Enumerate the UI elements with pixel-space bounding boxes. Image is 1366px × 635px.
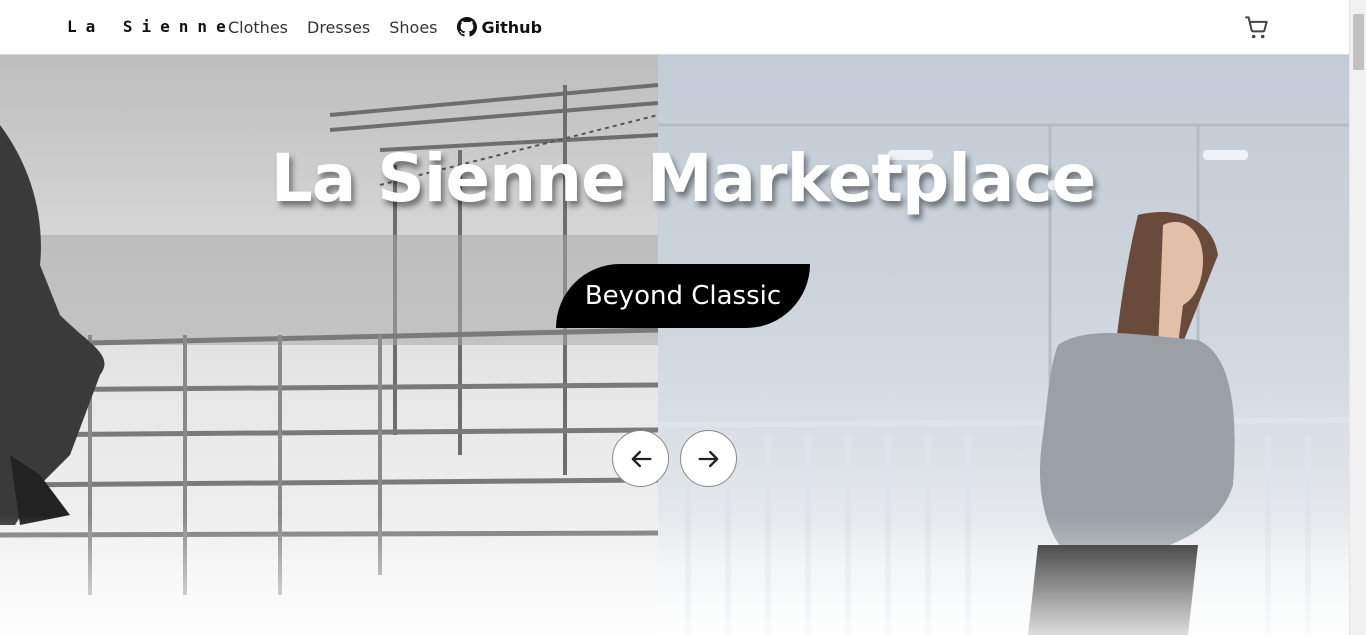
github-link[interactable]: Github: [456, 17, 543, 37]
arrow-right-icon: [698, 450, 718, 467]
hero-tagline: Beyond Classic: [556, 264, 810, 328]
cart-button[interactable]: [1243, 14, 1270, 41]
nav-link-clothes[interactable]: Clothes: [228, 18, 288, 37]
page-scrollbar[interactable]: [1349, 0, 1366, 635]
brand-logo[interactable]: La Sienne: [67, 17, 235, 36]
arrow-left-icon: [631, 450, 651, 467]
main-nav: Clothes Dresses Shoes Github: [228, 17, 542, 37]
carousel-next-button[interactable]: [680, 430, 737, 487]
hero-title: La Sienne Marketplace: [270, 140, 1097, 217]
nav-link-shoes[interactable]: Shoes: [389, 18, 437, 37]
top-navbar: La Sienne Clothes Dresses Shoes Github: [0, 0, 1349, 55]
nav-link-dresses[interactable]: Dresses: [307, 18, 370, 37]
carousel-prev-button[interactable]: [612, 430, 669, 487]
scrollbar-thumb[interactable]: [1353, 14, 1364, 70]
shopping-cart-icon: [1245, 16, 1268, 39]
github-icon: [456, 17, 477, 37]
github-label: Github: [481, 17, 543, 37]
